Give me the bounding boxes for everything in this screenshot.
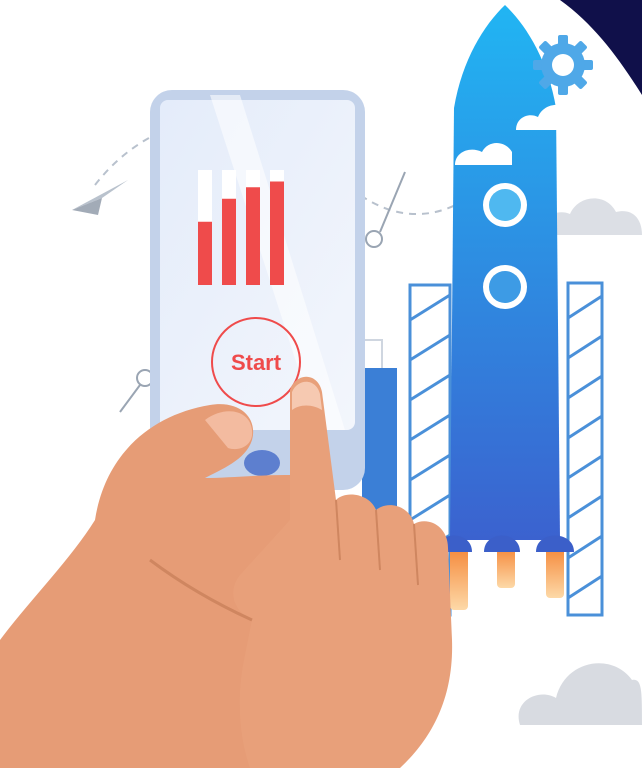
screen-bar — [270, 181, 284, 285]
cloud-icon — [518, 663, 642, 725]
screen-bar — [198, 221, 212, 285]
start-button[interactable]: Start — [214, 346, 298, 380]
screen-bar — [246, 187, 260, 285]
rocket-flames — [450, 548, 564, 610]
paper-plane-icon — [72, 180, 128, 215]
scaffold-right — [566, 281, 604, 617]
screen-bar — [222, 198, 236, 285]
rocket-icon — [436, 5, 574, 552]
gear-icon — [533, 35, 593, 95]
rocket-launch-illustration — [0, 0, 642, 768]
illustration-canvas: Start — [0, 0, 642, 768]
